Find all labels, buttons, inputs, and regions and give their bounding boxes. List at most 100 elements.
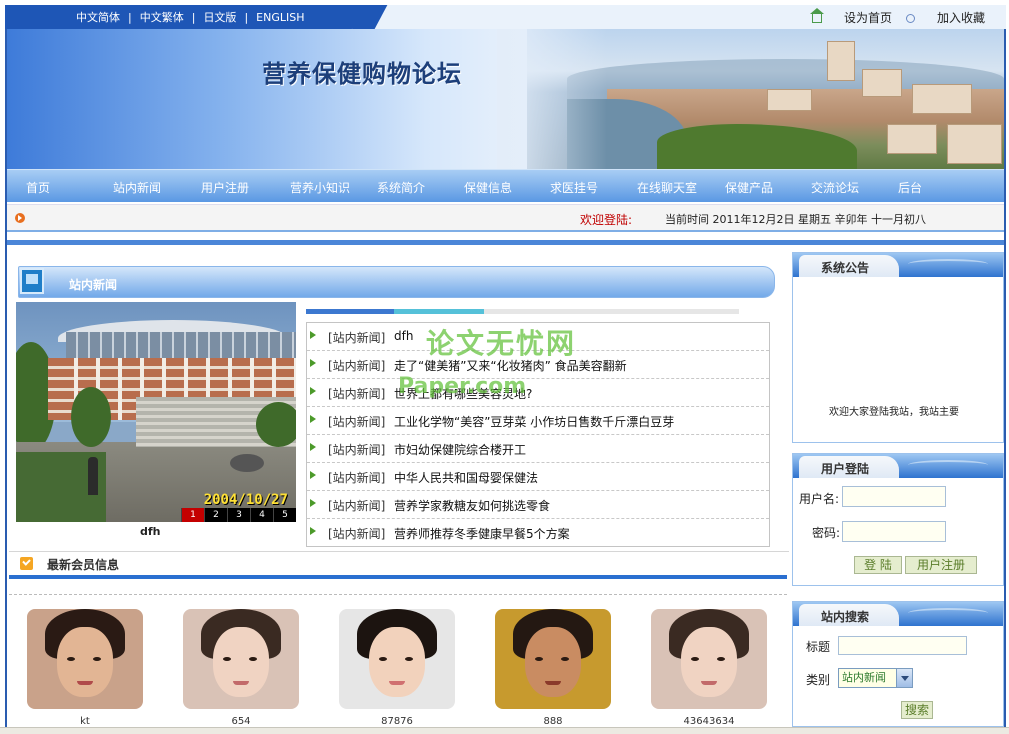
- nav-about[interactable]: 系统简介: [377, 179, 425, 196]
- news-item[interactable]: [站内新闻] 中华人民共和国母婴保健法: [307, 463, 769, 491]
- main-nav: 首页 站内新闻 用户注册 营养小知识 系统简介 保健信息 求医挂号 在线聊天室 …: [7, 169, 1004, 202]
- notice-marquee: 欢迎大家登陆我站，我站主要: [829, 407, 959, 418]
- category-label: 类别: [806, 673, 831, 687]
- header-banner: [7, 29, 1004, 169]
- news-title[interactable]: 营养师推荐冬季健康早餐5个方案: [394, 525, 570, 542]
- member-name[interactable]: 888: [495, 716, 611, 727]
- news-item[interactable]: [站内新闻] 工业化学物“美容”豆芽菜 小作坊日售数千斤漂白豆芽: [307, 407, 769, 435]
- notice-title: 系统公告: [821, 261, 870, 275]
- nav-forum[interactable]: 交流论坛: [811, 179, 859, 196]
- arrow-icon: [308, 498, 316, 508]
- lang-simplified[interactable]: 中文简体: [76, 9, 120, 25]
- dashed-divider: [9, 594, 787, 595]
- news-tab-bar: [306, 309, 739, 314]
- divider-bar: [7, 240, 1004, 245]
- nav-health-info[interactable]: 保健信息: [464, 179, 512, 196]
- bullet-icon: [15, 213, 25, 223]
- news-category: [站内新闻]: [328, 527, 386, 541]
- news-section-title: 站内新闻: [69, 278, 118, 292]
- nav-news[interactable]: 站内新闻: [113, 179, 161, 196]
- members-section-title: 最新会员信息: [47, 558, 120, 572]
- member-avatar[interactable]: [183, 609, 299, 709]
- arrow-icon: [308, 470, 316, 480]
- member-name[interactable]: 654: [183, 716, 299, 727]
- news-title[interactable]: 工业化学物“美容”豆芽菜 小作坊日售数千斤漂白豆芽: [394, 413, 674, 430]
- set-homepage-link[interactable]: 设为首页: [844, 9, 892, 26]
- search-button[interactable]: 搜索: [901, 701, 933, 719]
- news-category: [站内新闻]: [328, 443, 386, 457]
- slide-page-3[interactable]: 3: [227, 508, 250, 522]
- news-item[interactable]: [站内新闻] 营养学家教糖友如何挑选零食: [307, 491, 769, 519]
- news-category: [站内新闻]: [328, 415, 386, 429]
- slide-page-2[interactable]: 2: [204, 508, 227, 522]
- login-panel: 用户登陆 用户名: 密码: 登 陆 用户注册: [792, 453, 1004, 586]
- news-photo-slideshow[interactable]: 2004/10/27 1 2 3 4 5: [16, 302, 296, 522]
- slideshow-pager: 1 2 3 4 5: [181, 508, 296, 522]
- arrow-icon: [308, 442, 316, 452]
- keyword-label: 标题: [806, 640, 831, 654]
- member-name[interactable]: 43643634: [651, 716, 767, 727]
- members-title-bar: [9, 575, 787, 579]
- news-category: [站内新闻]: [328, 387, 386, 401]
- section-divider: [9, 551, 789, 552]
- watermark-line-2: Paper.com: [398, 374, 527, 399]
- lang-japanese[interactable]: 日文版: [203, 9, 236, 25]
- slide-page-4[interactable]: 4: [250, 508, 273, 522]
- slide-page-5[interactable]: 5: [273, 508, 296, 522]
- password-label: 密码:: [812, 526, 841, 540]
- news-category: [站内新闻]: [328, 331, 386, 345]
- member-avatar[interactable]: [339, 609, 455, 709]
- news-title[interactable]: 中华人民共和国母婴保健法: [394, 469, 538, 486]
- nav-admin[interactable]: 后台: [898, 179, 922, 196]
- arrow-icon: [308, 526, 316, 536]
- arrow-icon: [308, 358, 316, 368]
- member-avatar[interactable]: [495, 609, 611, 709]
- nav-chat[interactable]: 在线聊天室: [637, 179, 697, 196]
- chevron-down-icon[interactable]: [896, 669, 912, 687]
- nav-products[interactable]: 保健产品: [725, 179, 773, 196]
- arrow-icon: [308, 414, 316, 424]
- monitor-icon: [20, 268, 44, 294]
- username-field[interactable]: [842, 486, 946, 507]
- keyword-input[interactable]: [838, 636, 967, 655]
- lang-english[interactable]: ENGLISH: [256, 11, 304, 24]
- category-value: 站内新闻: [842, 671, 886, 684]
- news-item[interactable]: [站内新闻] 世界上都有哪些美容灵地?: [307, 379, 769, 407]
- nav-home[interactable]: 首页: [26, 179, 50, 196]
- photo-date-stamp: 2004/10/27: [203, 492, 288, 508]
- register-button[interactable]: 用户注册: [905, 556, 977, 574]
- news-section-header: [18, 266, 775, 298]
- arrow-icon: [308, 330, 316, 340]
- login-button[interactable]: 登 陆: [854, 556, 902, 574]
- news-category: [站内新闻]: [328, 471, 386, 485]
- category-select[interactable]: 站内新闻: [838, 668, 913, 688]
- news-title[interactable]: 市妇幼保健院综合楼开工: [394, 441, 526, 458]
- photo-caption[interactable]: dfh: [140, 525, 161, 538]
- nav-appointment[interactable]: 求医挂号: [550, 179, 598, 196]
- welcome-text: 欢迎登陆:: [580, 213, 633, 227]
- nav-register[interactable]: 用户注册: [201, 179, 249, 196]
- news-category: [站内新闻]: [328, 499, 386, 513]
- member-name[interactable]: 87876: [339, 716, 455, 727]
- search-panel: 站内搜索 标题 类别 站内新闻 搜索: [792, 601, 1004, 727]
- home-icon: [809, 8, 824, 23]
- member-avatar[interactable]: [651, 609, 767, 709]
- horizontal-scrollbar[interactable]: [0, 727, 1009, 734]
- language-links: 中文简体 | 中文繁体 | 日文版 | ENGLISH: [76, 9, 305, 25]
- password-field[interactable]: [842, 521, 946, 542]
- info-bar: 欢迎登陆: 当前时间 2011年12月2日 星期五 辛卯年 十一月初八: [7, 204, 1004, 232]
- news-item[interactable]: [站内新闻] 市妇幼保健院综合楼开工: [307, 435, 769, 463]
- watermark-line-1: 论文无忧网: [426, 327, 577, 360]
- news-item[interactable]: [站内新闻] 营养师推荐冬季健康早餐5个方案: [307, 519, 769, 547]
- search-title: 站内搜索: [821, 610, 870, 624]
- lang-traditional[interactable]: 中文繁体: [140, 9, 184, 25]
- slide-page-1[interactable]: 1: [181, 508, 204, 522]
- add-favorite-link[interactable]: 加入收藏: [937, 9, 985, 26]
- nav-nutrition-tips[interactable]: 营养小知识: [290, 179, 350, 196]
- news-title[interactable]: dfh: [394, 329, 413, 343]
- member-name[interactable]: kt: [27, 716, 143, 727]
- arrow-icon: [308, 386, 316, 396]
- news-title[interactable]: 营养学家教糖友如何挑选零食: [394, 497, 550, 514]
- member-avatar[interactable]: [27, 609, 143, 709]
- news-category: [站内新闻]: [328, 359, 386, 373]
